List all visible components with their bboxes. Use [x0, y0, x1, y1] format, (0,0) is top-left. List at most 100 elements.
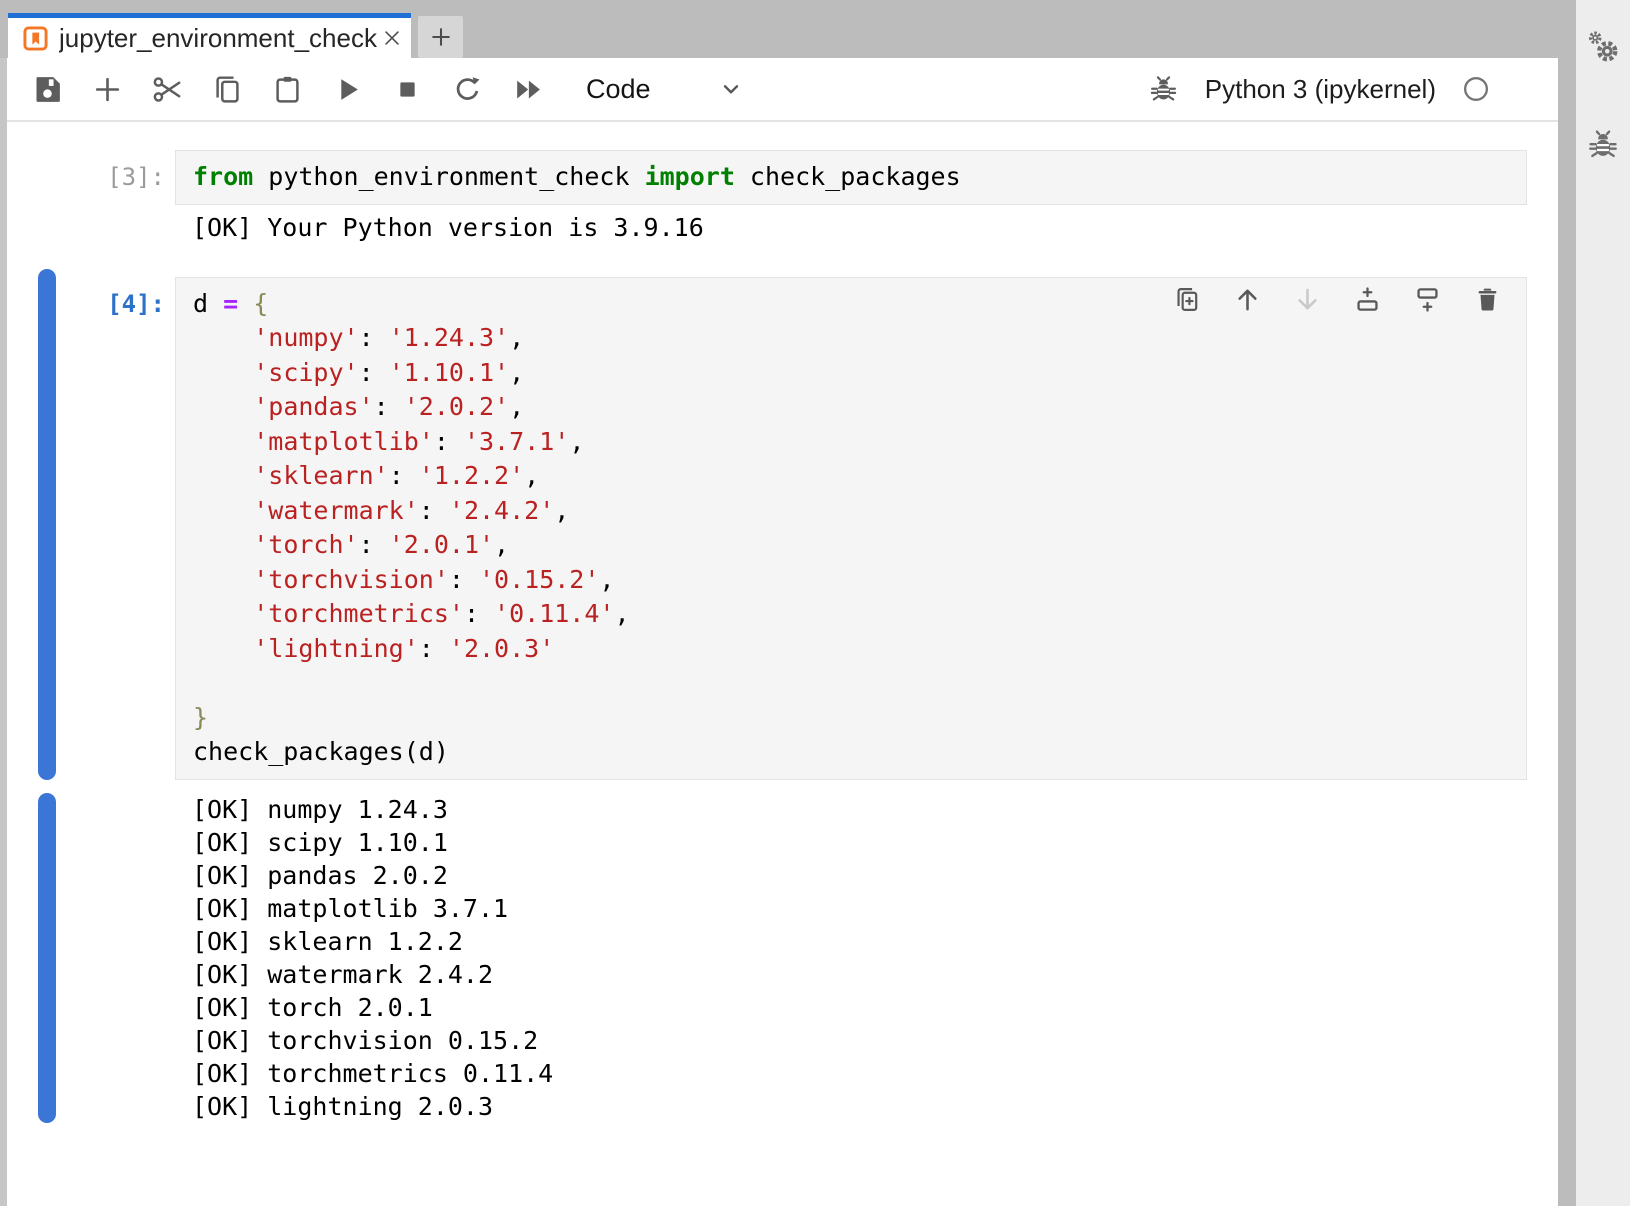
code-line: 'numpy': '1.24.3',	[193, 321, 1509, 356]
code-editor-text: from python_environment_check import che…	[193, 160, 1509, 195]
insert-below-button[interactable]	[1413, 286, 1441, 314]
chevron-down-icon	[718, 76, 744, 102]
stop-button[interactable]	[387, 66, 427, 112]
cell-gutter: [4]:	[7, 277, 175, 322]
save-button[interactable]	[27, 66, 67, 112]
output-line: [OK] pandas 2.0.2	[192, 859, 553, 892]
output-gutter	[7, 211, 175, 221]
code-line	[193, 666, 1509, 701]
fast-forward-icon	[511, 73, 544, 106]
execution-prompt: [3]:	[7, 160, 165, 195]
cell-selection-bar[interactable]	[38, 269, 56, 780]
output-line: [OK] lightning 2.0.3	[192, 1090, 553, 1123]
kernel-status-icon[interactable]	[1462, 75, 1490, 103]
output-line: [OK] Your Python version is 3.9.16	[192, 211, 704, 244]
cell-gutter: [3]:	[7, 150, 175, 195]
move-down-button	[1293, 286, 1321, 314]
cell-output-row: [OK] numpy 1.24.3[OK] scipy 1.10.1[OK] p…	[7, 793, 1558, 1123]
output-line: [OK] torchmetrics 0.11.4	[192, 1057, 553, 1090]
restart-button[interactable]	[447, 66, 487, 112]
cell-output-row: [OK] Your Python version is 3.9.16	[7, 211, 1558, 244]
output-line: [OK] scipy 1.10.1	[192, 826, 553, 859]
delete-cell-button[interactable]	[1473, 286, 1501, 314]
cell-type-dropdown[interactable]: Code	[580, 74, 750, 105]
output-line: [OK] torchvision 0.15.2	[192, 1024, 553, 1057]
code-line: 'torchvision': '0.15.2',	[193, 563, 1509, 598]
move-down-icon	[1293, 285, 1322, 314]
fast-forward-button[interactable]	[507, 66, 547, 112]
output-line: [OK] sklearn 1.2.2	[192, 925, 553, 958]
jupyterlab-window: jupyter_environment_check Code Python 3 …	[0, 0, 1630, 1206]
tab-bar: jupyter_environment_check	[0, 0, 1576, 58]
code-line: check_packages(d)	[193, 735, 1509, 770]
code-line: 'sklearn': '1.2.2',	[193, 459, 1509, 494]
duplicate-cell-icon	[1173, 285, 1202, 314]
toolbar-left-group	[7, 66, 567, 112]
add-cell-icon	[91, 73, 124, 106]
cut-icon	[151, 73, 184, 106]
right-sidebar	[1576, 0, 1630, 1206]
code-editor-text: d = { 'numpy': '1.24.3', 'scipy': '1.10.…	[193, 287, 1509, 770]
code-cell-editor[interactable]: d = { 'numpy': '1.24.3', 'scipy': '1.10.…	[175, 277, 1527, 780]
code-line: 'lightning': '2.0.3'	[193, 632, 1509, 667]
tab-title: jupyter_environment_check	[59, 23, 379, 54]
code-line: 'watermark': '2.4.2',	[193, 494, 1509, 529]
close-icon[interactable]	[381, 27, 403, 49]
kernel-name-button[interactable]: Python 3 (ipykernel)	[1205, 74, 1436, 105]
code-line: 'torch': '2.0.1',	[193, 528, 1509, 563]
notebook-icon	[22, 25, 49, 52]
code-cell-editor[interactable]: from python_environment_check import che…	[175, 150, 1527, 205]
cut-button[interactable]	[147, 66, 187, 112]
notebook-toolbar: Code Python 3 (ipykernel)	[7, 58, 1558, 122]
copy-icon	[211, 73, 244, 106]
bug-icon	[1586, 128, 1620, 162]
right-panel-divider	[1558, 0, 1576, 1206]
bug-button[interactable]	[1586, 128, 1620, 162]
plus-icon	[428, 24, 454, 50]
output-line: [OK] matplotlib 3.7.1	[192, 892, 553, 925]
settings-gears-button[interactable]	[1586, 30, 1620, 64]
new-tab-button[interactable]	[418, 16, 463, 58]
output-line: [OK] numpy 1.24.3	[192, 793, 553, 826]
paste-icon	[271, 73, 304, 106]
cell-input-row: [3]: from python_environment_check import…	[7, 150, 1558, 205]
code-line: from python_environment_check import che…	[193, 160, 1509, 195]
insert-above-icon	[1353, 285, 1382, 314]
restart-icon	[451, 73, 484, 106]
move-up-button[interactable]	[1233, 286, 1261, 314]
code-line: 'pandas': '2.0.2',	[193, 390, 1509, 425]
run-button[interactable]	[327, 66, 367, 112]
delete-cell-icon	[1473, 285, 1502, 314]
debugger-button[interactable]	[1148, 74, 1179, 105]
cell-outputs: [OK] Your Python version is 3.9.16	[175, 211, 704, 244]
notebook-area: [3]: from python_environment_check import…	[7, 122, 1558, 1206]
cell-type-value: Code	[586, 74, 651, 105]
toolbar-right-group: Python 3 (ipykernel)	[1148, 74, 1558, 105]
bug-icon	[1148, 74, 1179, 105]
insert-below-icon	[1413, 285, 1442, 314]
output-line: [OK] watermark 2.4.2	[192, 958, 553, 991]
code-line: 'torchmetrics': '0.11.4',	[193, 597, 1509, 632]
output-gutter	[7, 793, 175, 803]
paste-button[interactable]	[267, 66, 307, 112]
settings-gears-icon	[1586, 30, 1620, 64]
save-icon	[31, 73, 64, 106]
duplicate-cell-button[interactable]	[1173, 286, 1201, 314]
cell-toolbar	[1173, 286, 1501, 314]
stop-icon	[391, 73, 424, 106]
execution-prompt: [4]:	[7, 287, 165, 322]
copy-button[interactable]	[207, 66, 247, 112]
add-cell-button[interactable]	[87, 66, 127, 112]
output-line: [OK] torch 2.0.1	[192, 991, 553, 1024]
cell-input-row: [4]: d = { 'numpy': '1.24.3', 'scipy': '1…	[7, 277, 1558, 780]
code-line: 'scipy': '1.10.1',	[193, 356, 1509, 391]
move-up-icon	[1233, 285, 1262, 314]
insert-above-button[interactable]	[1353, 286, 1381, 314]
output-selection-bar[interactable]	[38, 793, 56, 1123]
code-line: 'matplotlib': '3.7.1',	[193, 425, 1509, 460]
code-line: }	[193, 701, 1509, 736]
left-edge-strip	[0, 58, 7, 1206]
tab-notebook[interactable]: jupyter_environment_check	[8, 13, 411, 58]
run-icon	[331, 73, 364, 106]
cell-outputs: [OK] numpy 1.24.3[OK] scipy 1.10.1[OK] p…	[175, 793, 553, 1123]
